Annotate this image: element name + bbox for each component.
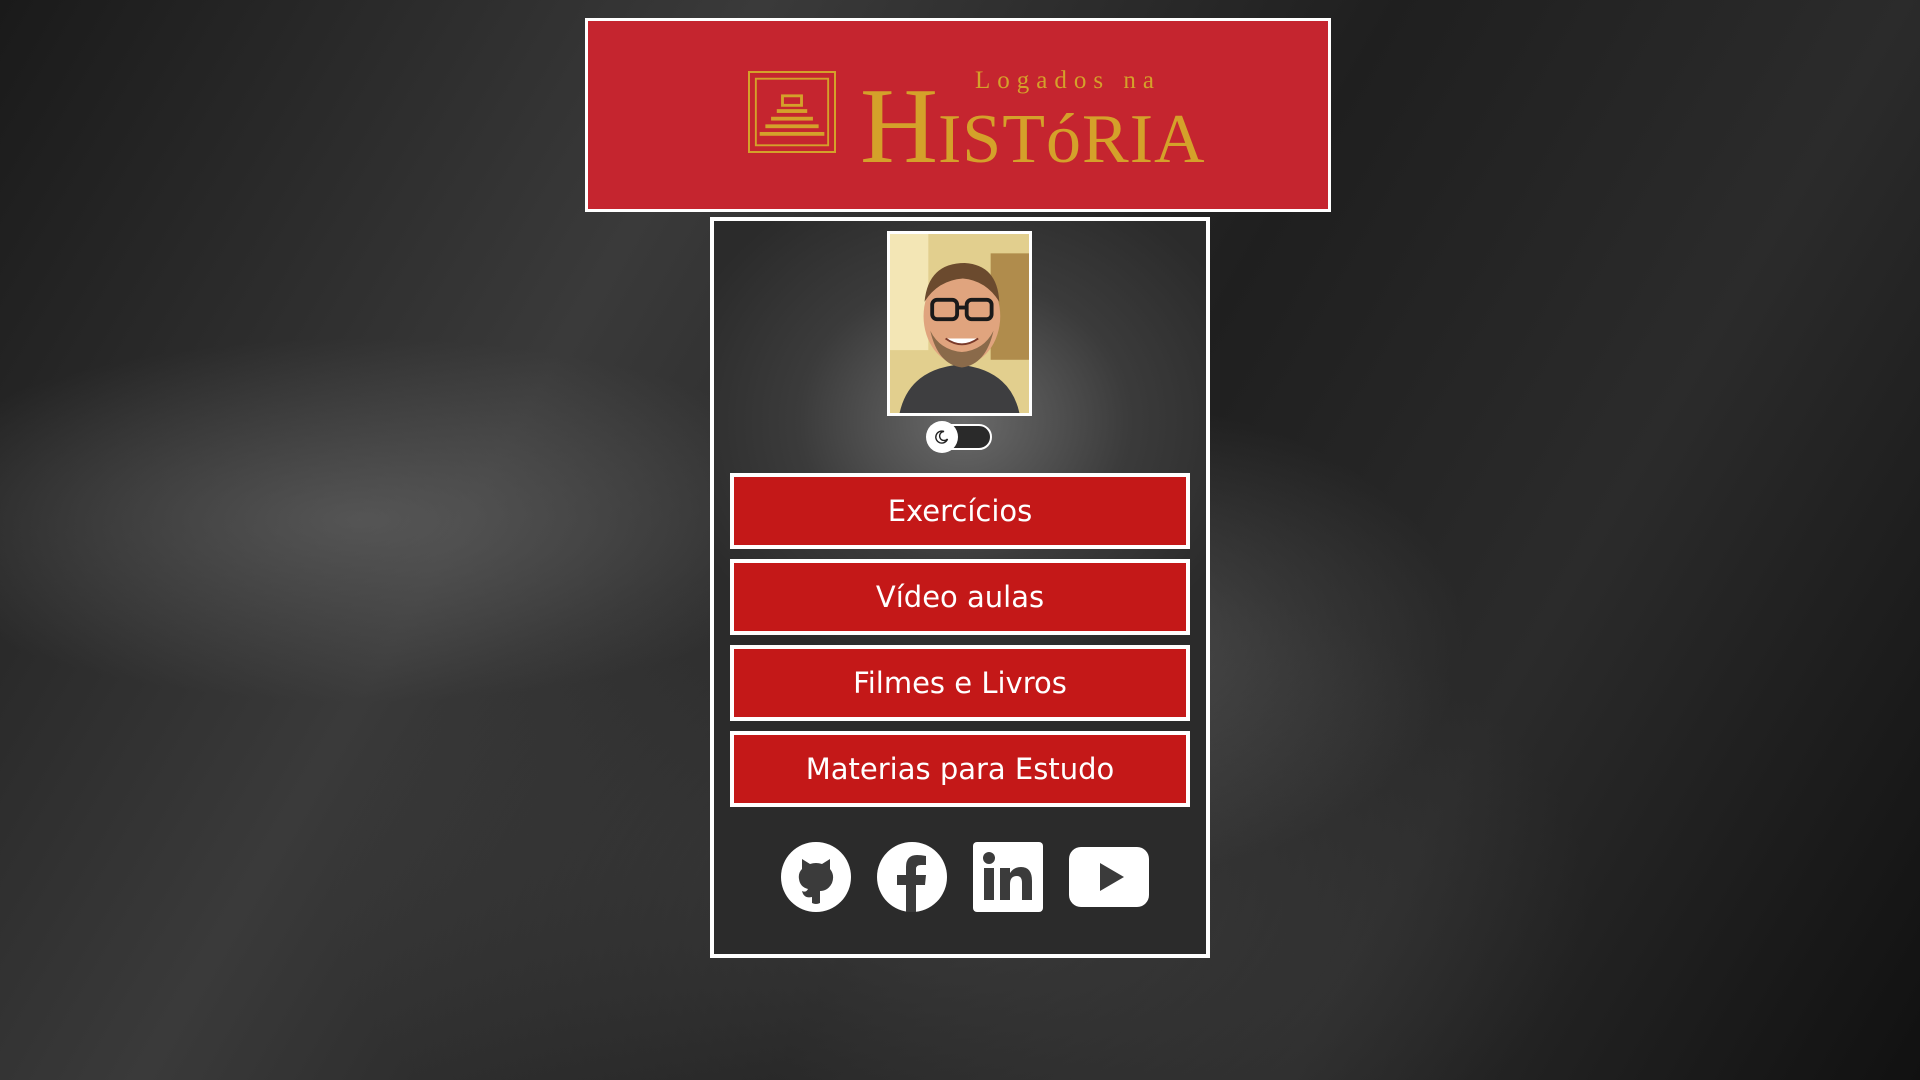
logo-title-rest: ISTóRIA [938, 101, 1206, 178]
facebook-icon[interactable] [876, 841, 948, 913]
video-lessons-button[interactable]: Vídeo aulas [730, 559, 1190, 635]
social-links [780, 839, 1150, 915]
pyramid-emblem-icon [748, 71, 836, 153]
youtube-icon[interactable] [1068, 841, 1150, 913]
moon-icon [926, 421, 958, 453]
logo-title-cap: H [860, 67, 938, 186]
profile-card: Exercícios Vídeo aulas Filmes e Livros M… [710, 217, 1210, 958]
github-icon[interactable] [780, 841, 852, 913]
movies-books-button[interactable]: Filmes e Livros [730, 645, 1190, 721]
avatar [887, 231, 1032, 416]
logo-title: HISTóRIA [860, 73, 1206, 181]
theme-toggle[interactable] [926, 421, 992, 453]
exercises-button[interactable]: Exercícios [730, 473, 1190, 549]
logo-banner[interactable]: Logados na HISTóRIA [585, 18, 1331, 212]
linkedin-icon[interactable] [972, 841, 1044, 913]
study-materials-button[interactable]: Materias para Estudo [730, 731, 1190, 807]
main-menu: Exercícios Vídeo aulas Filmes e Livros M… [730, 473, 1190, 817]
